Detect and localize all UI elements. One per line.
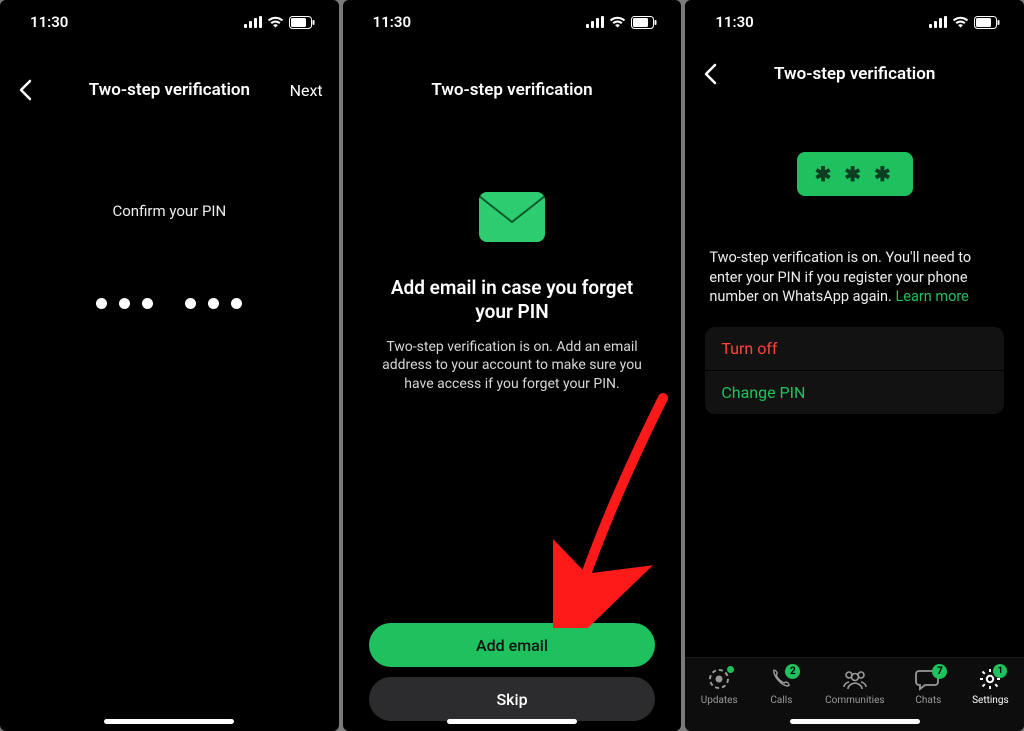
pin-digit xyxy=(185,298,196,309)
pin-digit xyxy=(96,298,107,309)
status-bar: 11:30 xyxy=(0,0,339,44)
calls-badge: 2 xyxy=(785,664,800,679)
pin-input[interactable] xyxy=(96,298,242,309)
chats-icon: 7 xyxy=(915,666,941,692)
tab-label: Settings xyxy=(972,695,1009,706)
phone-icon: 2 xyxy=(768,666,794,692)
back-button[interactable] xyxy=(10,75,40,105)
confirm-pin-label: Confirm your PIN xyxy=(112,202,226,220)
next-button[interactable]: Next xyxy=(290,81,323,100)
add-email-description: Two-step verification is on. Add an emai… xyxy=(363,338,662,395)
settings-badge: 1 xyxy=(993,664,1007,678)
two-step-info: Two-step verification is on. You'll need… xyxy=(705,248,1004,307)
back-button[interactable] xyxy=(695,59,725,89)
chevron-left-icon xyxy=(703,63,717,85)
nav-bar: Two-step verification xyxy=(343,68,682,112)
tab-settings[interactable]: 1 Settings xyxy=(972,666,1009,706)
status-indicators xyxy=(244,16,315,29)
home-indicator[interactable] xyxy=(104,719,234,724)
status-indicators xyxy=(929,16,1000,29)
chats-badge: 7 xyxy=(932,664,947,679)
screen-two-step-settings: 11:30 Two-step verification ✱ ✱ ✱ Two-st… xyxy=(685,0,1024,731)
tab-communities[interactable]: Communities xyxy=(825,666,884,706)
add-email-button[interactable]: Add email xyxy=(369,623,656,667)
page-title: Two-step verification xyxy=(0,80,339,100)
pin-digit xyxy=(119,298,130,309)
skip-button[interactable]: Skip xyxy=(369,677,656,721)
updates-icon xyxy=(706,666,732,692)
change-pin-button[interactable]: Change PIN xyxy=(705,371,1004,414)
options-list: Turn off Change PIN xyxy=(705,327,1004,414)
tab-calls[interactable]: 2 Calls xyxy=(768,666,794,706)
nav-bar: Two-step verification xyxy=(685,52,1024,96)
turn-off-button[interactable]: Turn off xyxy=(705,327,1004,371)
status-indicators xyxy=(586,16,657,29)
status-bar: 11:30 xyxy=(685,0,1024,44)
tab-updates[interactable]: Updates xyxy=(701,666,738,706)
updates-badge xyxy=(727,666,734,673)
tab-chats[interactable]: 7 Chats xyxy=(915,666,941,706)
home-indicator[interactable] xyxy=(447,719,577,724)
nav-bar: Two-step verification Next xyxy=(0,68,339,112)
page-title: Two-step verification xyxy=(685,64,1024,84)
status-time: 11:30 xyxy=(30,13,68,31)
pin-digit xyxy=(142,298,153,309)
tab-label: Updates xyxy=(701,695,738,706)
tab-label: Communities xyxy=(825,695,884,706)
envelope-icon xyxy=(479,192,545,242)
add-email-heading: Add email in case you forget your PIN xyxy=(363,276,662,324)
tab-label: Calls xyxy=(770,695,792,706)
pin-digit xyxy=(208,298,219,309)
status-time: 11:30 xyxy=(373,13,411,31)
tab-label: Chats xyxy=(915,695,941,706)
pin-digit xyxy=(231,298,242,309)
status-time: 11:30 xyxy=(715,13,753,31)
pin-hidden-badge: ✱ ✱ ✱ xyxy=(797,152,913,196)
screen-confirm-pin: 11:30 Two-step verification Next Confirm… xyxy=(0,0,339,731)
page-title: Two-step verification xyxy=(343,80,682,100)
chevron-left-icon xyxy=(18,79,32,101)
status-bar: 11:30 xyxy=(343,0,682,44)
screen-add-email: 11:30 Two-step verification Add email in… xyxy=(343,0,682,731)
gear-icon: 1 xyxy=(977,666,1003,692)
communities-icon xyxy=(842,666,868,692)
learn-more-link[interactable]: Learn more xyxy=(895,288,968,305)
home-indicator[interactable] xyxy=(790,719,920,724)
